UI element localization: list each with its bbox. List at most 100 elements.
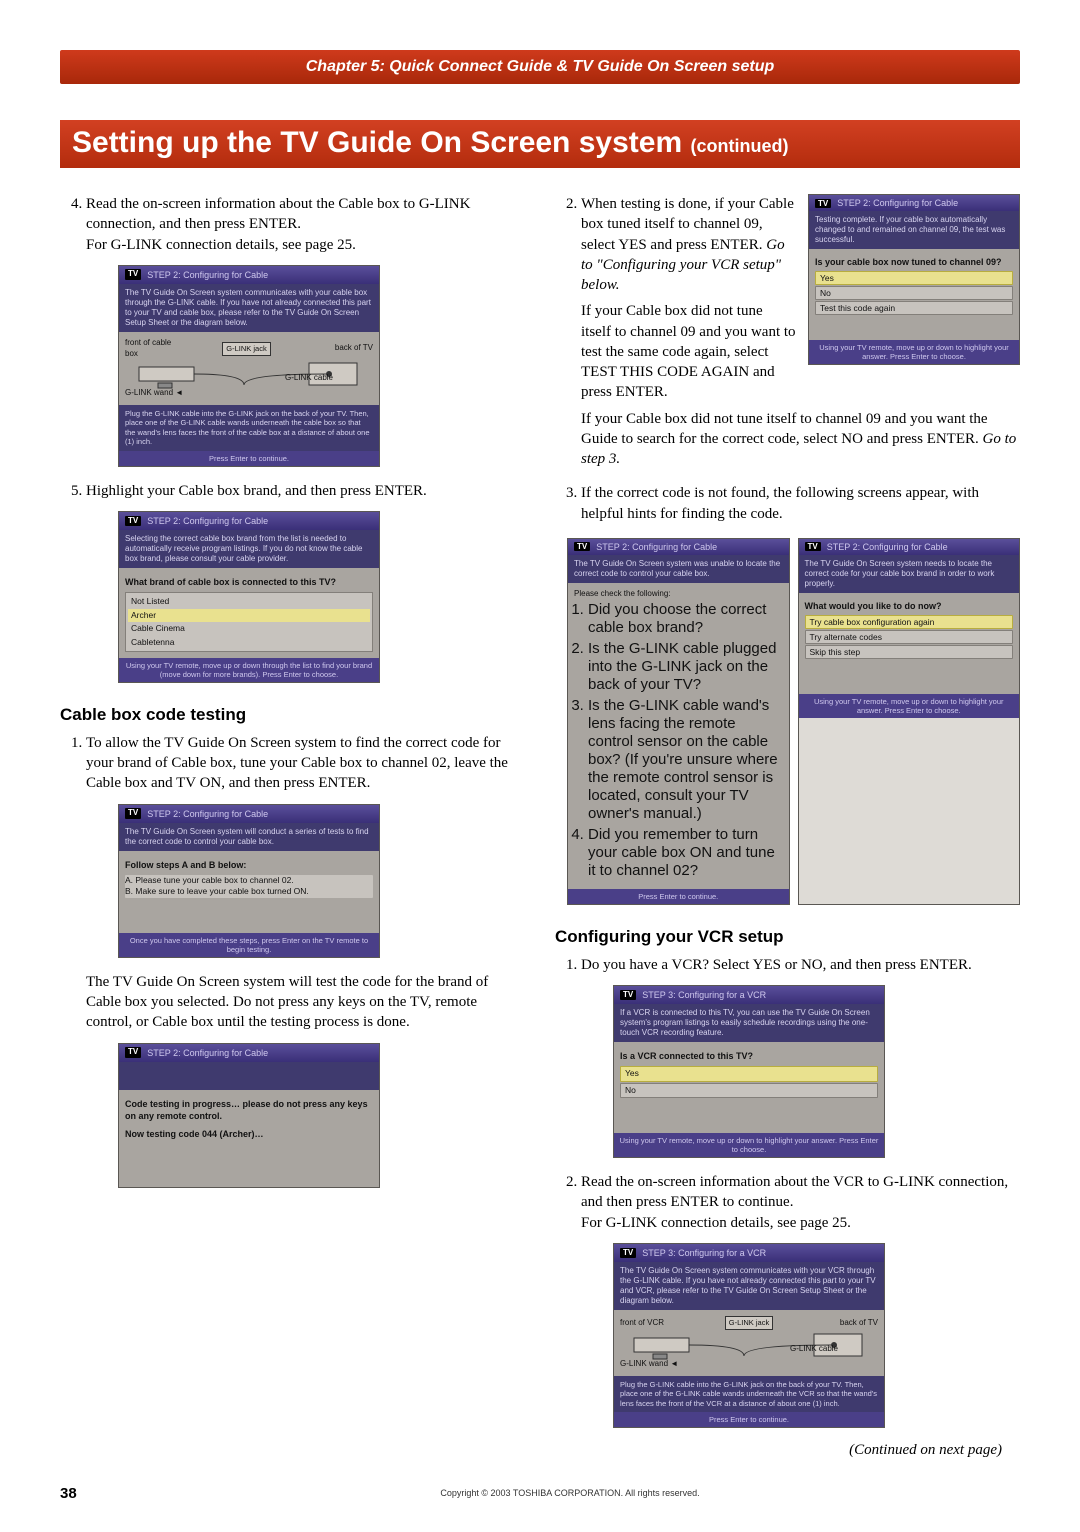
- ui-question: What brand of cable box is connected to …: [125, 576, 373, 588]
- page-number: 38: [60, 1485, 120, 1502]
- diag-label-back: back of TV: [318, 343, 373, 354]
- ui-step2-brand-list: TV STEP 2: Configuring for Cable Selecti…: [118, 511, 380, 683]
- ui-diagram-note: Plug the G-LINK cable into the G-LINK ja…: [119, 405, 379, 451]
- brand-option-selected: Archer: [128, 609, 370, 622]
- vcr-step2-sub: For G-LINK connection details, see page …: [581, 1215, 851, 1231]
- ui-top-message: The TV Guide On Screen system was unable…: [568, 555, 789, 583]
- vcr-opt-no: No: [620, 1083, 878, 1098]
- tv-logo-icon: TV: [620, 990, 636, 1001]
- ui-titlebar: TV STEP 3: Configuring for a VCR: [614, 1244, 884, 1262]
- ui-step3-vcr-diagram: TV STEP 3: Configuring for a VCR The TV …: [613, 1243, 885, 1428]
- ts-item: Did you remember to turn your cable box …: [588, 826, 783, 880]
- progress-line-2: Now testing code 044 (Archer)…: [125, 1128, 373, 1140]
- diag-label-front: front of cable box: [125, 338, 175, 360]
- ui-titlebar: TV STEP 2: Configuring for Cable: [568, 539, 789, 555]
- ui-diagram-body: front of VCR G-LINK jack back of TV: [614, 1310, 884, 1376]
- ui-body: What brand of cable box is connected to …: [119, 568, 379, 658]
- ui-question: Is your cable box now tuned to channel 0…: [815, 257, 1013, 267]
- testing-paragraph: The TV Guide On Screen system will test …: [86, 972, 525, 1033]
- follow-step-a: A. Please tune your cable box to channel…: [125, 875, 373, 886]
- ui-top-message: Testing complete. If your cable box auto…: [809, 211, 1019, 249]
- ui-title-text: STEP 2: Configuring for Cable: [596, 542, 717, 552]
- left-steps-4-5: Read the on-screen information about the…: [60, 194, 525, 683]
- tv-logo-icon: TV: [125, 1047, 141, 1058]
- section-cable-box-testing: Cable box code testing: [60, 705, 525, 725]
- vcr-step-1: Do you have a VCR? Select YES or NO, and…: [581, 955, 1020, 1158]
- step2-text-a: When testing is done, if your Cable box …: [581, 196, 794, 253]
- whatnow-opt: Try cable box configuration again: [805, 615, 1014, 629]
- diag-label-wand: G-LINK wand: [620, 1359, 668, 1368]
- diag-label-cable: G-LINK cable: [790, 1344, 838, 1353]
- tv-logo-icon: TV: [805, 542, 821, 551]
- vcr-step-2: Read the on-screen information about the…: [581, 1172, 1020, 1428]
- ui-footer: Using your TV remote, move up or down th…: [119, 658, 379, 682]
- ui-top-message: Selecting the correct cable box brand fr…: [119, 530, 379, 568]
- ui-footer: Press Enter to continue.: [568, 889, 789, 904]
- ui-step2-test-result: TV STEP 2: Configuring for Cable Testing…: [808, 194, 1020, 365]
- step-5-text: Highlight your Cable box brand, and then…: [86, 483, 427, 499]
- ui-title-text: STEP 2: Configuring for Cable: [147, 269, 268, 281]
- page: Chapter 5: Quick Connect Guide & TV Guid…: [60, 0, 1020, 1532]
- cable-test-steps: To allow the TV Guide On Screen system t…: [60, 733, 525, 1188]
- ui-diagram-body: front of cable box G-LINK jack back of T…: [119, 332, 379, 405]
- brand-option: Not Listed: [128, 595, 370, 608]
- ui-step2-what-now: TV STEP 2: Configuring for Cable The TV …: [798, 538, 1021, 905]
- ui-footer: Using your TV remote, move up or down to…: [809, 340, 1019, 364]
- ui-titlebar: TV STEP 2: Configuring for Cable: [119, 266, 379, 284]
- step-4-text: Read the on-screen information about the…: [86, 196, 470, 232]
- left-column: Read the on-screen information about the…: [60, 194, 525, 1459]
- ui-footer: Once you have completed these steps, pre…: [119, 933, 379, 957]
- ts-item: Is the G-LINK cable wand's lens facing t…: [588, 697, 783, 823]
- step-4-sub: For G-LINK connection details, see page …: [86, 237, 356, 253]
- ts-item: Is the G-LINK cable plugged into the G-L…: [588, 640, 783, 694]
- ui-step3-vcr-connected: TV STEP 3: Configuring for a VCR If a VC…: [613, 985, 885, 1158]
- page-footer: 38 Copyright © 2003 TOSHIBA CORPORATION.…: [60, 1485, 1020, 1502]
- tv-logo-icon: TV: [620, 1248, 636, 1259]
- ui-title-text: STEP 3: Configuring for a VCR: [642, 1247, 766, 1259]
- ui-please-check: Please check the following:: [574, 589, 783, 598]
- tv-logo-icon: TV: [815, 199, 831, 208]
- ui-body: What would you like to do now? Try cable…: [799, 593, 1020, 694]
- page-title: Setting up the TV Guide On Screen system…: [60, 120, 1020, 168]
- ui-title-text: STEP 2: Configuring for Cable: [837, 198, 958, 208]
- follow-step-b: B. Make sure to leave your cable box tur…: [125, 886, 373, 897]
- whatnow-opt: Skip this step: [805, 645, 1014, 659]
- ui-body: Follow steps A and B below: A. Please tu…: [119, 851, 379, 933]
- ui-titlebar: TV STEP 2: Configuring for Cable: [119, 512, 379, 530]
- vcr-opt-yes: Yes: [620, 1066, 878, 1081]
- tv-logo-icon: TV: [574, 542, 590, 551]
- page-title-main: Setting up the TV Guide On Screen system: [72, 126, 690, 159]
- ui-title-text: STEP 2: Configuring for Cable: [147, 808, 268, 820]
- continued-note: (Continued on next page): [555, 1442, 1002, 1459]
- diag-label-front: front of VCR: [620, 1318, 680, 1329]
- result-option-no: No: [815, 286, 1013, 300]
- ui-title-text: STEP 2: Configuring for Cable: [147, 515, 268, 527]
- ui-step2-glink-diagram: TV STEP 2: Configuring for Cable The TV …: [118, 265, 380, 467]
- ts-item: Did you choose the correct cable box bra…: [588, 601, 783, 637]
- right-step-3: If the correct code is not found, the fo…: [581, 483, 1020, 524]
- ui-body: Please check the following: Did you choo…: [568, 583, 789, 889]
- cable-test-step-1: To allow the TV Guide On Screen system t…: [86, 733, 525, 1188]
- ui-step2-follow-ab: TV STEP 2: Configuring for Cable The TV …: [118, 804, 380, 958]
- brand-option: Cable Cinema: [128, 622, 370, 635]
- brand-list: Not Listed Archer Cable Cinema Cabletenn…: [125, 592, 373, 652]
- two-column-layout: Read the on-screen information about the…: [60, 194, 1020, 1459]
- diag-label-jack: G-LINK jack: [725, 1316, 773, 1330]
- ui-footer: Press Enter to continue.: [614, 1412, 884, 1427]
- ui-titlebar: TV STEP 2: Configuring for Cable: [799, 539, 1020, 555]
- step2-text-c: If your Cable box did not tune itself to…: [581, 411, 988, 447]
- page-title-sub: (continued): [690, 136, 788, 156]
- chapter-header-band: Chapter 5: Quick Connect Guide & TV Guid…: [60, 50, 1020, 84]
- step-5: Highlight your Cable box brand, and then…: [86, 481, 525, 683]
- ui-titlebar: TV STEP 2: Configuring for Cable: [809, 195, 1019, 211]
- ui-subhead: Follow steps A and B below:: [125, 859, 373, 871]
- ui-question: Is a VCR connected to this TV?: [620, 1050, 878, 1062]
- ui-titlebar: TV STEP 3: Configuring for a VCR: [614, 986, 884, 1004]
- diag-label-wand: G-LINK wand: [125, 388, 173, 397]
- ui-top-message: The TV Guide On Screen system needs to l…: [799, 555, 1020, 593]
- ui-question: What would you like to do now?: [805, 601, 1014, 611]
- diag-label-cable: G-LINK cable: [285, 373, 333, 382]
- ui-footer: Press Enter to continue.: [119, 451, 379, 466]
- ui-step2-unable: TV STEP 2: Configuring for Cable The TV …: [567, 538, 790, 905]
- progress-line-1: Code testing in progress… please do not …: [125, 1098, 373, 1122]
